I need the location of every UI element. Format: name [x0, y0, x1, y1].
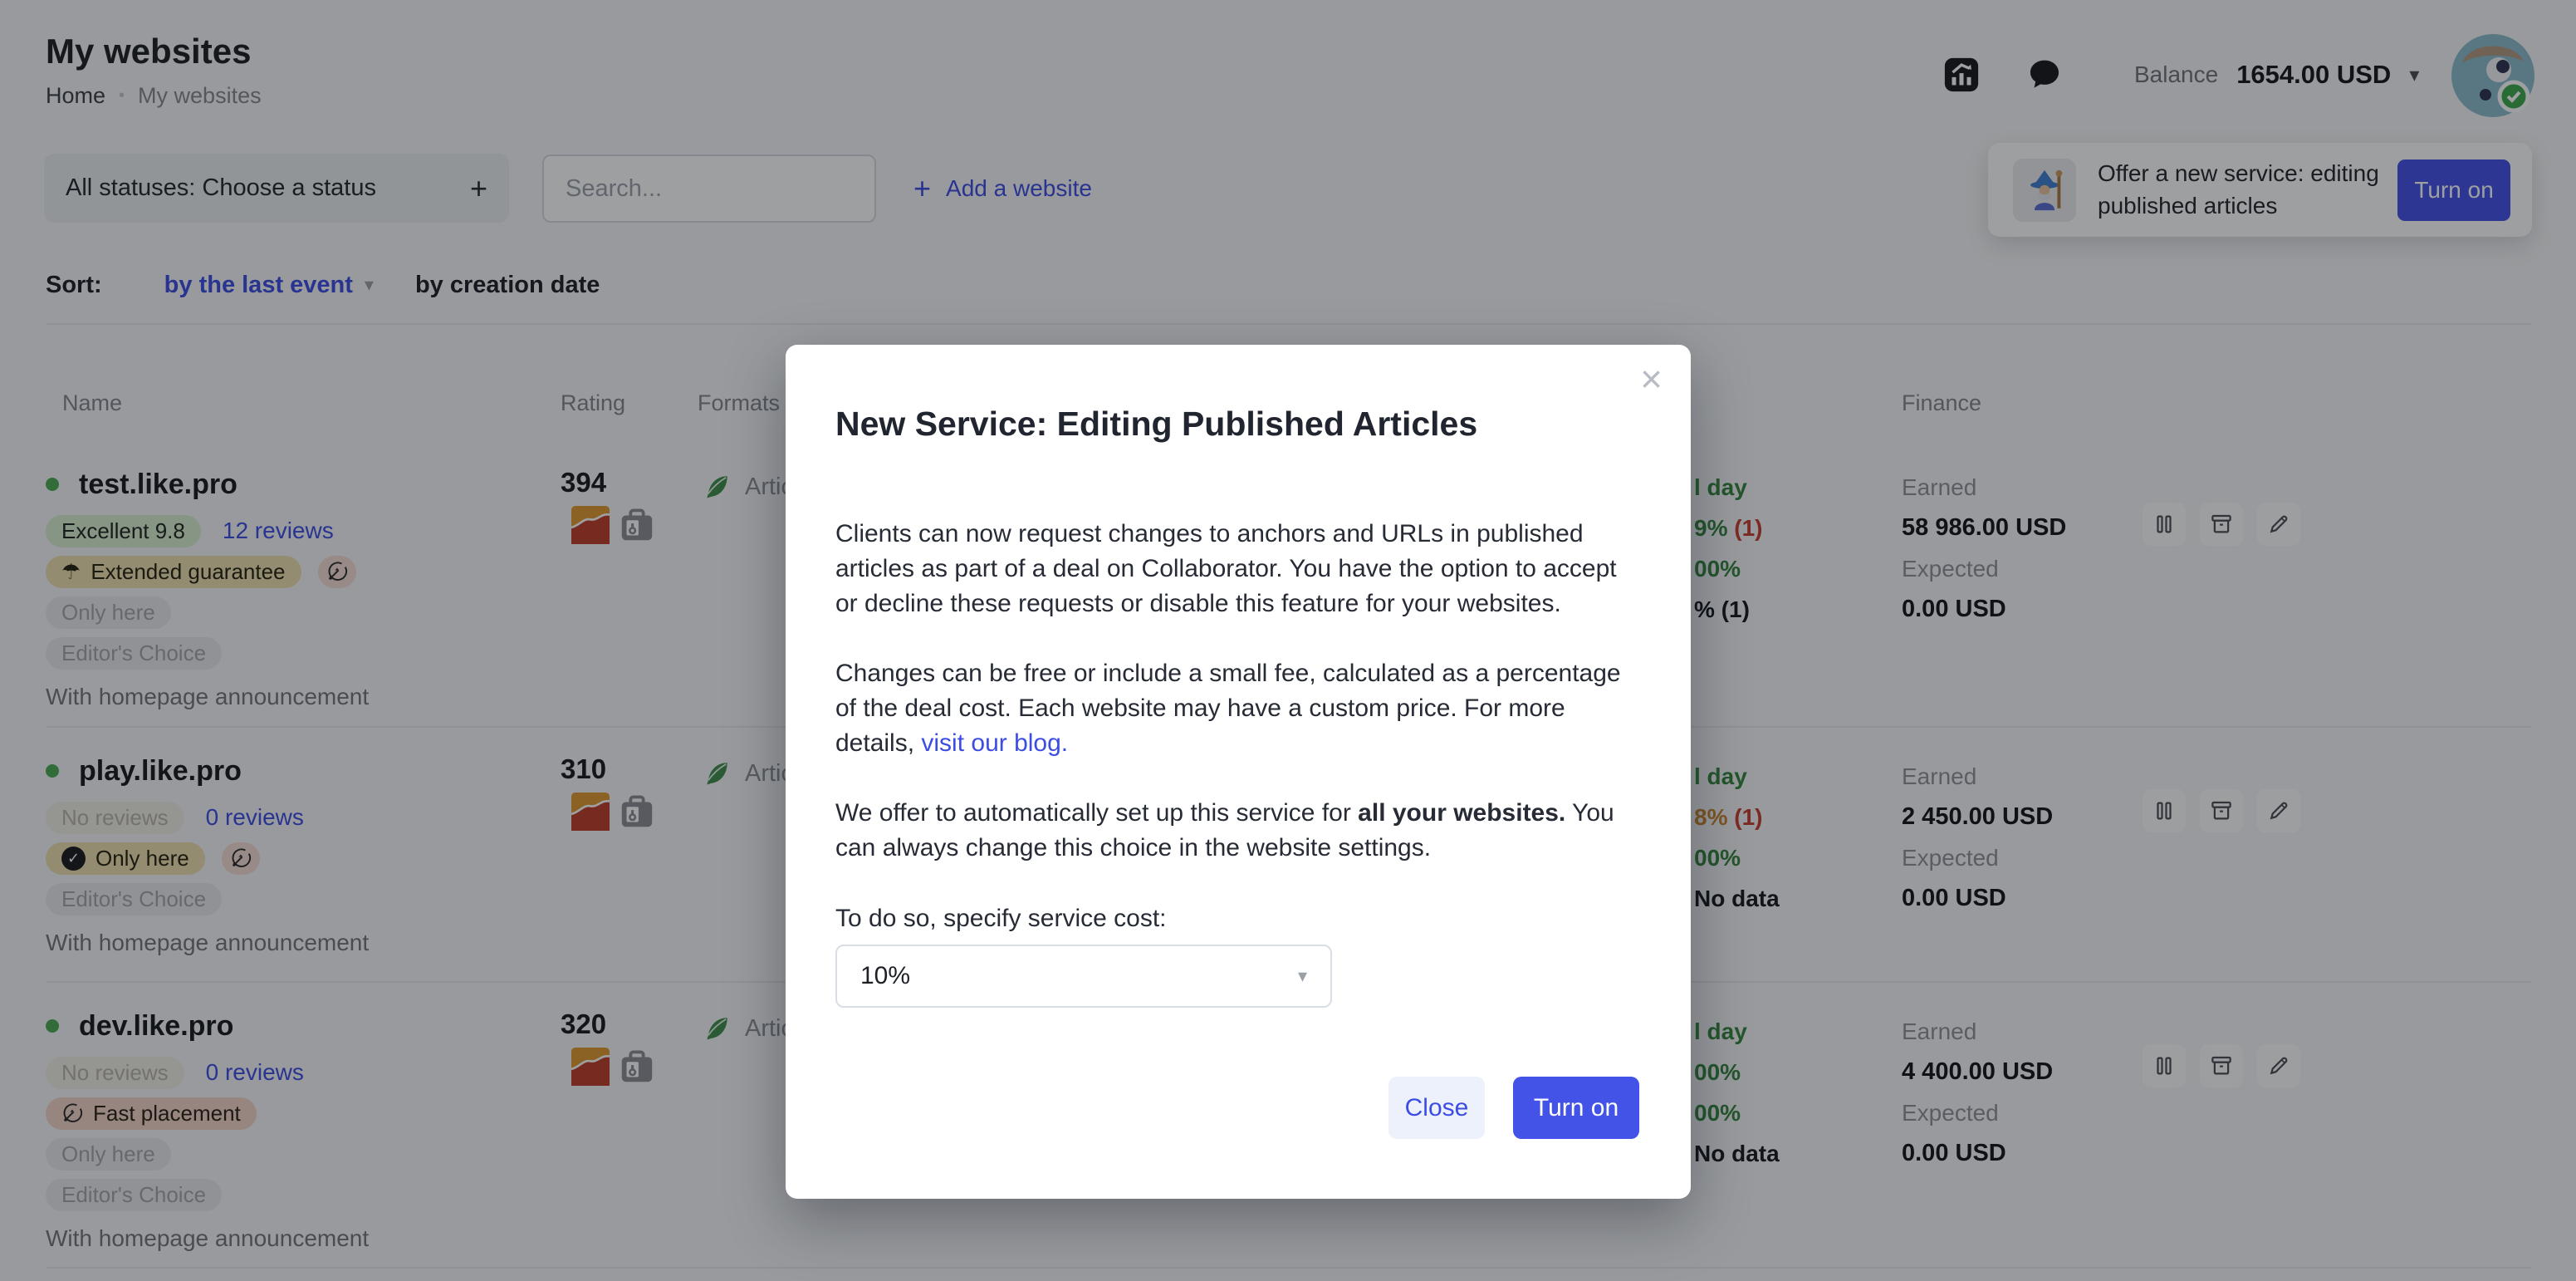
- chevron-down-icon: ▾: [1298, 965, 1307, 987]
- modal-paragraph-4: To do so, specify service cost:: [835, 901, 1633, 936]
- modal-close-button[interactable]: Close: [1388, 1077, 1485, 1139]
- modal-paragraph-2: Changes can be free or include a small f…: [835, 656, 1633, 761]
- close-icon[interactable]: ×: [1640, 360, 1663, 398]
- new-service-modal: × New Service: Editing Published Article…: [786, 345, 1691, 1199]
- service-cost-select[interactable]: 10% ▾: [835, 945, 1332, 1008]
- modal-turn-on-button[interactable]: Turn on: [1513, 1077, 1639, 1139]
- modal-paragraph-3: We offer to automatically set up this se…: [835, 796, 1633, 866]
- modal-title: New Service: Editing Published Articles: [835, 405, 1477, 444]
- visit-blog-link[interactable]: visit our blog.: [921, 729, 1068, 757]
- service-cost-value: 10%: [860, 962, 910, 990]
- modal-paragraph-1: Clients can now request changes to ancho…: [835, 517, 1633, 621]
- app-root: My websites Home • My websites Balance: [0, 0, 2576, 1281]
